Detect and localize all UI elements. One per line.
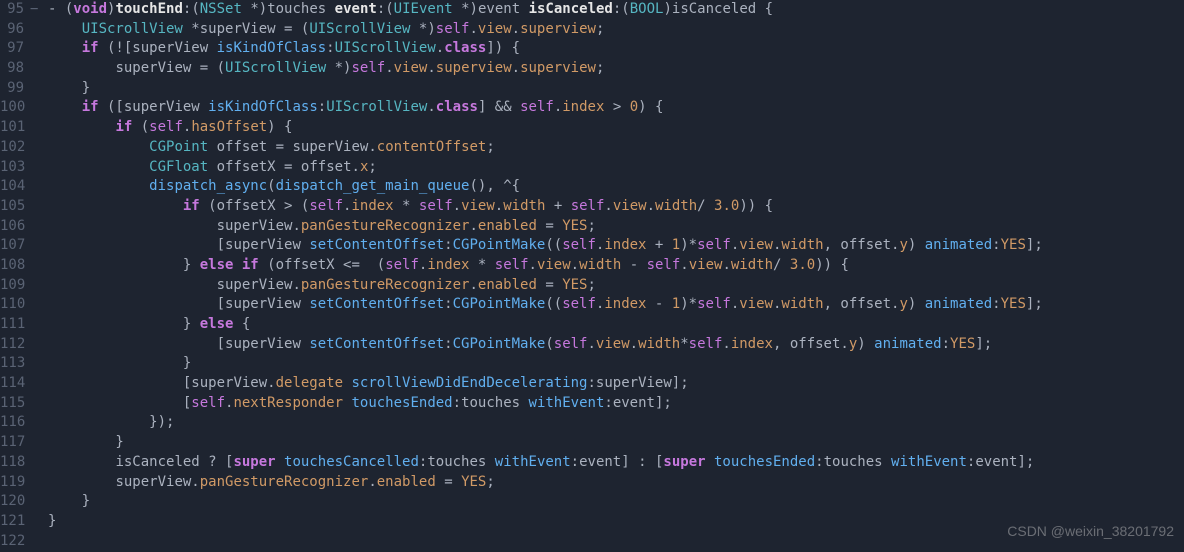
- code-line[interactable]: });: [48, 413, 1184, 433]
- code-line[interactable]: }: [48, 79, 1184, 99]
- fold-column[interactable]: −: [30, 0, 48, 551]
- line-number-gutter: 9596979899100101102103104105106107108109…: [0, 0, 30, 551]
- fold-marker: [30, 532, 48, 552]
- line-number: 107: [0, 236, 24, 256]
- line-number: 103: [0, 158, 24, 178]
- line-number: 101: [0, 118, 24, 138]
- line-number: 97: [0, 39, 24, 59]
- line-number: 105: [0, 197, 24, 217]
- code-line[interactable]: [self.nextResponder touchesEnded:touches…: [48, 394, 1184, 414]
- code-line[interactable]: [superView setContentOffset:CGPointMake(…: [48, 335, 1184, 355]
- fold-marker: [30, 413, 48, 433]
- line-number: 121: [0, 512, 24, 532]
- fold-marker: [30, 217, 48, 237]
- line-number: 102: [0, 138, 24, 158]
- code-line[interactable]: superView.panGestureRecognizer.enabled =…: [48, 473, 1184, 493]
- line-number: 104: [0, 177, 24, 197]
- code-editor[interactable]: 9596979899100101102103104105106107108109…: [0, 0, 1184, 551]
- line-number: 108: [0, 256, 24, 276]
- fold-marker: [30, 236, 48, 256]
- fold-marker: [30, 512, 48, 532]
- fold-marker: [30, 374, 48, 394]
- line-number: 120: [0, 492, 24, 512]
- line-number: 96: [0, 20, 24, 40]
- line-number: 118: [0, 453, 24, 473]
- line-number: 110: [0, 295, 24, 315]
- code-line[interactable]: UIScrollView *superView = (UIScrollView …: [48, 20, 1184, 40]
- fold-marker: [30, 177, 48, 197]
- code-line[interactable]: } else if (offsetX <= (self.index * self…: [48, 256, 1184, 276]
- line-number: 113: [0, 354, 24, 374]
- fold-marker: [30, 295, 48, 315]
- line-number: 119: [0, 473, 24, 493]
- code-line[interactable]: isCanceled ? [super touchesCancelled:tou…: [48, 453, 1184, 473]
- fold-marker: [30, 98, 48, 118]
- code-line[interactable]: superView.panGestureRecognizer.enabled =…: [48, 276, 1184, 296]
- code-line[interactable]: [superView setContentOffset:CGPointMake(…: [48, 236, 1184, 256]
- code-line[interactable]: [superView.delegate scrollViewDidEndDece…: [48, 374, 1184, 394]
- code-line[interactable]: if ([superView isKindOfClass:UIScrollVie…: [48, 98, 1184, 118]
- line-number: 115: [0, 394, 24, 414]
- code-area[interactable]: - (void)touchEnd:(NSSet *)touches event:…: [48, 0, 1184, 551]
- fold-marker: [30, 394, 48, 414]
- fold-marker: [30, 20, 48, 40]
- fold-marker: [30, 276, 48, 296]
- code-line[interactable]: [superView setContentOffset:CGPointMake(…: [48, 295, 1184, 315]
- code-line[interactable]: superView = (UIScrollView *)self.view.su…: [48, 59, 1184, 79]
- fold-marker: [30, 79, 48, 99]
- fold-marker: [30, 118, 48, 138]
- code-line[interactable]: } else {: [48, 315, 1184, 335]
- code-line[interactable]: if (self.hasOffset) {: [48, 118, 1184, 138]
- line-number: 106: [0, 217, 24, 237]
- fold-marker: [30, 335, 48, 355]
- code-line[interactable]: CGPoint offset = superView.contentOffset…: [48, 138, 1184, 158]
- code-line[interactable]: dispatch_async(dispatch_get_main_queue()…: [48, 177, 1184, 197]
- code-line[interactable]: if (offsetX > (self.index * self.view.wi…: [48, 197, 1184, 217]
- fold-marker[interactable]: −: [30, 0, 48, 20]
- code-line[interactable]: }: [48, 354, 1184, 374]
- code-line[interactable]: }: [48, 492, 1184, 512]
- code-line[interactable]: - (void)touchEnd:(NSSet *)touches event:…: [48, 0, 1184, 20]
- fold-marker: [30, 59, 48, 79]
- line-number: 116: [0, 413, 24, 433]
- fold-marker: [30, 473, 48, 493]
- line-number: 109: [0, 276, 24, 296]
- fold-marker: [30, 256, 48, 276]
- fold-marker: [30, 39, 48, 59]
- line-number: 98: [0, 59, 24, 79]
- line-number: 117: [0, 433, 24, 453]
- line-number: 122: [0, 532, 24, 552]
- line-number: 111: [0, 315, 24, 335]
- line-number: 114: [0, 374, 24, 394]
- fold-marker: [30, 138, 48, 158]
- fold-marker: [30, 492, 48, 512]
- code-line[interactable]: }: [48, 433, 1184, 453]
- fold-marker: [30, 197, 48, 217]
- fold-marker: [30, 158, 48, 178]
- code-line[interactable]: superView.panGestureRecognizer.enabled =…: [48, 217, 1184, 237]
- fold-marker: [30, 453, 48, 473]
- line-number: 100: [0, 98, 24, 118]
- fold-marker: [30, 354, 48, 374]
- code-line[interactable]: CGFloat offsetX = offset.x;: [48, 158, 1184, 178]
- fold-marker: [30, 315, 48, 335]
- fold-marker: [30, 433, 48, 453]
- line-number: 112: [0, 335, 24, 355]
- line-number: 99: [0, 79, 24, 99]
- code-line[interactable]: if (![superView isKindOfClass:UIScrollVi…: [48, 39, 1184, 59]
- code-line[interactable]: [48, 532, 1184, 552]
- line-number: 95: [0, 0, 24, 20]
- code-line[interactable]: }: [48, 512, 1184, 532]
